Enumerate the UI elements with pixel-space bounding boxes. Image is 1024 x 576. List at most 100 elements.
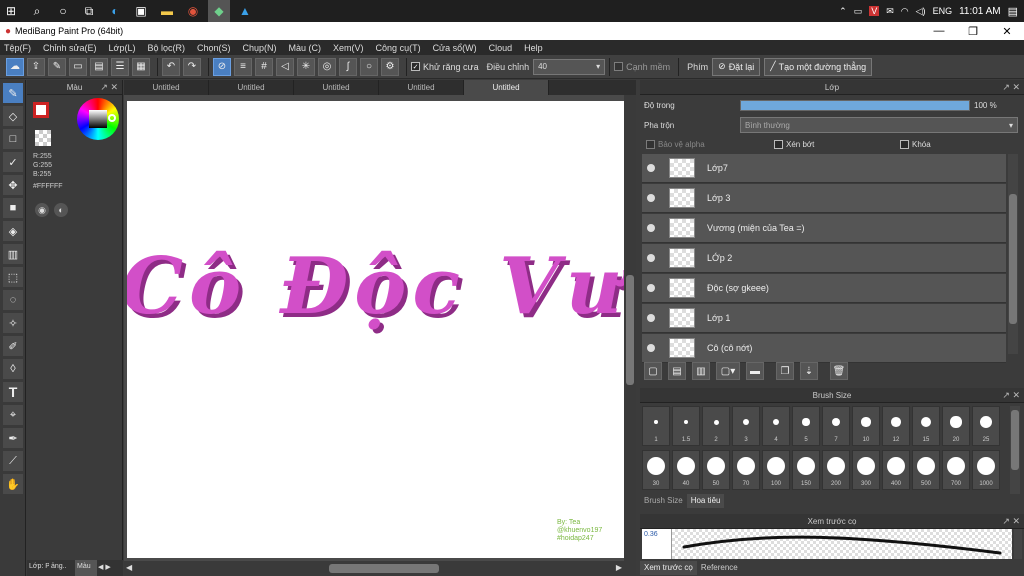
gradient-tool-icon[interactable]: ▥ — [3, 244, 23, 264]
brush-size-option[interactable]: 200 — [822, 450, 850, 490]
blend-mode-dropdown[interactable]: Bình thường ▾ — [740, 117, 1018, 133]
tab-brush-preview[interactable]: Xem trước cọ — [640, 561, 697, 575]
add-layer-menu-icon[interactable]: ▢▾ — [716, 362, 740, 380]
canvas-horizontal-scrollbar[interactable]: ◀ ▶ — [124, 561, 636, 576]
brush-size-option[interactable]: 25 — [972, 406, 1000, 446]
palette-icon[interactable]: ◉ — [35, 203, 49, 217]
brush-size-option[interactable]: 400 — [882, 450, 910, 490]
vpn-icon[interactable]: V — [869, 6, 880, 16]
store-icon[interactable]: ▣ — [130, 0, 152, 22]
brush-size-option[interactable]: 150 — [792, 450, 820, 490]
chat-icon[interactable]: ▭ — [69, 57, 87, 76]
cortana-icon[interactable]: ○ — [52, 0, 74, 22]
antialias-checkbox[interactable]: ✓ — [411, 62, 420, 71]
scrollbar-thumb[interactable] — [329, 564, 439, 573]
hue-marker[interactable] — [108, 114, 116, 122]
layer-row[interactable]: Lớp 1 — [642, 304, 1006, 333]
foreground-color-swatch[interactable] — [33, 102, 49, 118]
lock-option[interactable]: Khóa — [900, 140, 931, 149]
notification-icon[interactable]: ▤ — [1008, 5, 1018, 18]
menu-cloud[interactable]: Cloud — [489, 43, 513, 53]
task-view-icon[interactable]: ⧉ — [78, 0, 100, 22]
panel-close-icon[interactable]: ↗ ✕ — [1002, 390, 1020, 401]
menu-layer[interactable]: Lớp(L) — [109, 43, 136, 53]
document-tab-active[interactable]: Untitled — [464, 80, 549, 95]
tab-scroll-right-icon[interactable]: ▶ — [104, 560, 111, 576]
windows-start-icon[interactable]: ⊞ — [0, 0, 22, 22]
brush-size-option[interactable]: 40 — [672, 450, 700, 490]
lock-checkbox[interactable] — [900, 140, 909, 149]
document-tab[interactable]: Untitled — [294, 80, 379, 95]
eye-icon[interactable] — [647, 164, 655, 172]
email-icon[interactable]: ✉ — [886, 6, 894, 17]
tab-brush-size[interactable]: Brush Size — [640, 494, 687, 508]
grid-snap-icon[interactable]: # — [255, 57, 273, 76]
eraser-tool-icon[interactable]: ◇ — [3, 106, 23, 126]
protect-alpha-checkbox[interactable] — [646, 140, 655, 149]
brush-size-option[interactable]: 3 — [732, 406, 760, 446]
folder-icon[interactable]: ▬ — [156, 0, 178, 22]
brush-size-option[interactable]: 100 — [762, 450, 790, 490]
divide-tool-icon[interactable]: ⌖ — [3, 405, 23, 425]
bucket-tool-icon[interactable]: ◈ — [3, 221, 23, 241]
palette-edit-icon[interactable]: ◐ — [54, 203, 68, 217]
folder-icon[interactable]: ▬ — [746, 362, 764, 380]
menu-tools[interactable]: Công cụ(T) — [376, 43, 421, 53]
no-snap-icon[interactable]: ⊘ — [213, 57, 231, 76]
search-icon[interactable]: ⌕ — [26, 0, 48, 22]
brush-size-option[interactable]: 10 — [852, 406, 880, 446]
new-8bit-layer-icon[interactable]: ▥ — [692, 362, 710, 380]
note-icon[interactable]: ▤ — [90, 57, 108, 76]
adjust-dropdown[interactable]: 40 ▾ — [533, 58, 606, 75]
clock[interactable]: 11:01 AM — [959, 6, 1001, 17]
circle-snap-icon[interactable]: ◎ — [318, 57, 336, 76]
fill-rect-tool-icon[interactable]: ■ — [3, 198, 23, 218]
brush-size-option[interactable]: 1000 — [972, 450, 1000, 490]
radial-snap-icon[interactable]: ✳ — [297, 57, 315, 76]
brush-size-option[interactable]: 700 — [942, 450, 970, 490]
scrollbar-thumb[interactable] — [626, 275, 634, 385]
brush-size-option[interactable]: 20 — [942, 406, 970, 446]
document-tab[interactable]: Untitled — [124, 80, 209, 95]
tab-navigator[interactable]: Hoa tiêu — [686, 494, 725, 508]
panel-close-icon[interactable]: ↗ ✕ — [1002, 516, 1020, 527]
layer-row[interactable]: Vương (miện của Tea =) — [642, 214, 1006, 243]
parallel-snap-icon[interactable]: ≡ — [234, 57, 252, 76]
menu-color[interactable]: Màu (C) — [289, 43, 322, 53]
merge-layer-icon[interactable]: ⇣ — [800, 362, 818, 380]
clipping-option[interactable]: Xén bớt — [774, 140, 814, 149]
brush-size-option[interactable]: 5 — [792, 406, 820, 446]
layer-row[interactable]: LỚp 2 — [642, 244, 1006, 273]
brush-size-option[interactable]: 7 — [822, 406, 850, 446]
select-eraser-tool-icon[interactable]: ◊ — [3, 359, 23, 379]
cloud-icon[interactable]: ☁ — [6, 57, 24, 76]
menu-edit[interactable]: Chỉnh sửa(E) — [43, 43, 97, 53]
select-tool-icon[interactable]: ⬚ — [3, 267, 23, 287]
volume-icon[interactable]: ◁) — [916, 6, 926, 17]
medibang-taskbar-icon[interactable]: ◆ — [208, 0, 230, 22]
grid-icon[interactable]: ▦ — [132, 57, 150, 76]
smooth-edge-checkbox[interactable] — [614, 62, 624, 71]
duplicate-layer-icon[interactable]: ❐ — [776, 362, 794, 380]
perspective-snap-icon[interactable]: ◁ — [276, 57, 294, 76]
tab-palette[interactable]: ảng.. — [49, 560, 75, 576]
tab-reference[interactable]: Reference — [697, 561, 742, 575]
brush-size-option[interactable]: 15 — [912, 406, 940, 446]
canvas-vertical-scrollbar[interactable] — [624, 95, 636, 561]
brush-size-option[interactable]: 1.5 — [672, 406, 700, 446]
brush-size-option[interactable]: 300 — [852, 450, 880, 490]
brush-panel-scrollbar[interactable] — [1010, 406, 1020, 494]
clipping-checkbox[interactable] — [774, 140, 783, 149]
layer-list-scrollbar[interactable] — [1008, 154, 1018, 354]
redo-icon[interactable]: ↷ — [183, 57, 201, 76]
tab-color[interactable]: Màu — [75, 560, 97, 576]
brush-size-option[interactable]: 50 — [702, 450, 730, 490]
move-tool-icon[interactable]: ✥ — [3, 175, 23, 195]
close-icon[interactable]: ✕ — [990, 22, 1024, 40]
reset-button[interactable]: ⊘ Đặt lại — [712, 57, 761, 76]
ellipse-snap-icon[interactable]: ○ — [360, 57, 378, 76]
pen-tool-icon[interactable]: ✒ — [3, 428, 23, 448]
layer-row[interactable]: Cô (cô nớt) — [642, 334, 1006, 363]
layer-row[interactable]: Độc (sợ gkeee) — [642, 274, 1006, 303]
canvas-paper[interactable]: Cô Độc Vương By: Tea @khuenvo197 #hoidap… — [127, 101, 624, 558]
